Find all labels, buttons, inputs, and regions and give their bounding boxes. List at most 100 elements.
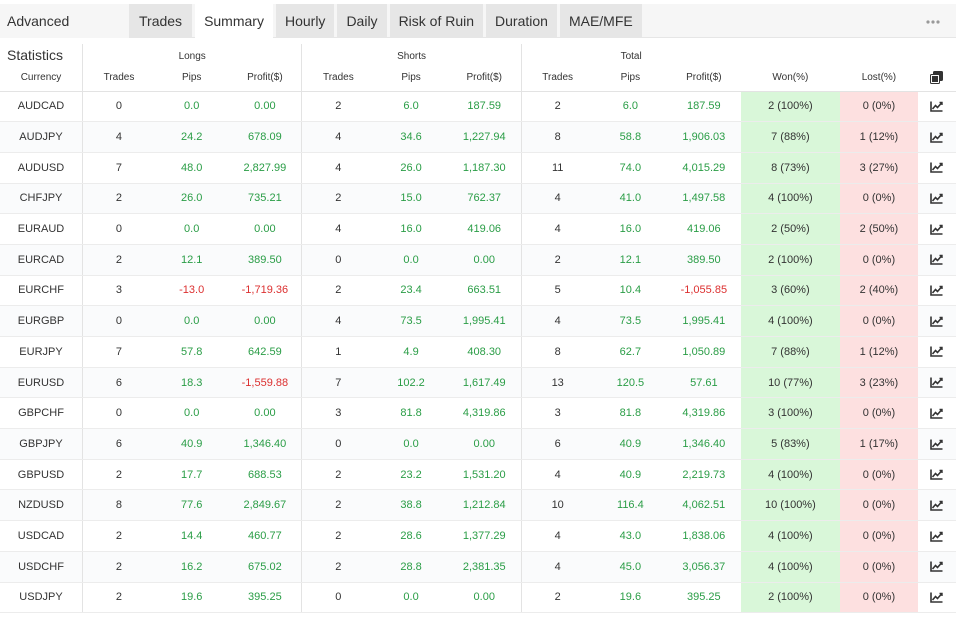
row-chart-button[interactable]	[917, 305, 956, 337]
cell-lost: 0 (0%)	[840, 489, 918, 522]
row-chart-button[interactable]	[917, 397, 956, 430]
cell-short-pips: 6.0	[374, 91, 448, 123]
table-row[interactable]: AUDUSD 7 48.0 2,827.99 4 26.0 1,187.30 11 74.0 4,…	[0, 152, 956, 184]
cell-short-trades: 3	[301, 397, 375, 430]
line-chart-icon[interactable]	[930, 469, 944, 480]
row-chart-button[interactable]	[917, 520, 956, 552]
row-chart-button[interactable]	[917, 275, 956, 307]
table-row[interactable]: EURGBP 0 0.0 0.00 4 73.5 1,995.41 4 73.5 1,995.41…	[0, 305, 956, 337]
col-lost[interactable]: Lost(%)	[840, 65, 918, 92]
cell-lost: 0 (0%)	[840, 244, 918, 276]
col-total-pips[interactable]: Pips	[593, 65, 668, 92]
col-short-trades[interactable]: Trades	[301, 65, 375, 92]
cell-short-profit: 0.00	[447, 244, 522, 276]
table-row[interactable]: AUDCAD 0 0.0 0.00 2 6.0 187.59 2 6.0 187.59 2 (100…	[0, 91, 956, 123]
tab-hourly[interactable]: Hourly	[275, 4, 335, 38]
table-row[interactable]: EURCHF 3 -13.0 -1,719.36 2 23.4 663.51 5 10.4 -1,…	[0, 275, 956, 307]
row-chart-button[interactable]	[917, 459, 956, 491]
row-chart-button[interactable]	[917, 367, 956, 399]
table-row[interactable]: GBPCHF 0 0.0 0.00 3 81.8 4,319.86 3 81.8 4,319.86…	[0, 397, 956, 430]
cell-won: 7 (88%)	[740, 121, 841, 153]
line-chart-icon[interactable]	[930, 162, 944, 174]
col-currency[interactable]: Currency	[0, 65, 83, 92]
line-chart-icon[interactable]	[930, 592, 944, 603]
row-chart-button[interactable]	[917, 551, 956, 583]
cell-lost: 0 (0%)	[840, 551, 918, 583]
row-chart-button[interactable]	[917, 152, 956, 184]
row-chart-button[interactable]	[917, 428, 956, 460]
line-chart-icon[interactable]	[930, 101, 944, 112]
table-row[interactable]: EURAUD 0 0.0 0.00 4 16.0 419.06 4 16.0 419.06 2 (5…	[0, 213, 956, 245]
cell-short-profit: 0.00	[447, 428, 522, 460]
line-chart-icon[interactable]	[930, 408, 944, 419]
cell-long-profit: 688.53	[228, 459, 303, 491]
cell-short-pips: 16.0	[374, 213, 448, 245]
line-chart-icon[interactable]	[930, 439, 944, 450]
line-chart-icon[interactable]	[930, 346, 944, 358]
row-chart-button[interactable]	[917, 213, 956, 245]
row-chart-button[interactable]	[917, 336, 956, 368]
line-chart-icon[interactable]	[930, 500, 944, 511]
cell-lost: 0 (0%)	[840, 582, 918, 614]
cell-lost: 0 (0%)	[840, 91, 918, 123]
cell-long-trades: 6	[82, 367, 155, 399]
cell-short-profit: 1,227.94	[447, 121, 522, 153]
tab-summary[interactable]: Summary	[195, 4, 273, 38]
cell-long-pips: 12.1	[154, 244, 229, 276]
cell-short-pips: 28.8	[374, 551, 448, 583]
cell-currency: GBPCHF	[0, 397, 83, 430]
line-chart-icon[interactable]	[930, 561, 944, 573]
more-dots-icon[interactable]	[926, 12, 940, 28]
table-row[interactable]: USDCAD 2 14.4 460.77 2 28.6 1,377.29 4 43.0 1,838…	[0, 520, 956, 552]
tab-daily[interactable]: Daily	[337, 4, 387, 38]
col-total-profit[interactable]: Profit($)	[667, 65, 741, 92]
col-won[interactable]: Won(%)	[740, 65, 841, 92]
cell-short-profit: 408.30	[447, 336, 522, 368]
line-chart-icon[interactable]	[930, 285, 944, 296]
cell-long-pips: 0.0	[154, 91, 229, 123]
table-row[interactable]: CHFJPY 2 26.0 735.21 2 15.0 762.37 4 41.0 1,497.5…	[0, 183, 956, 215]
cell-total-trades: 8	[521, 121, 594, 153]
row-chart-button[interactable]	[917, 121, 956, 153]
row-chart-button[interactable]	[917, 244, 956, 276]
table-row[interactable]: GBPUSD 2 17.7 688.53 2 23.2 1,531.20 4 40.9 2,219…	[0, 459, 956, 491]
cell-long-profit: 0.00	[228, 213, 303, 245]
copy-button[interactable]	[917, 65, 956, 92]
row-chart-button[interactable]	[917, 582, 956, 614]
table-row[interactable]: USDCHF 2 16.2 675.02 2 28.8 2,381.35 4 45.0 3,056…	[0, 551, 956, 583]
cell-long-pips: 17.7	[154, 459, 229, 491]
col-long-pips[interactable]: Pips	[154, 65, 229, 92]
line-chart-icon[interactable]	[930, 316, 944, 327]
cell-short-profit: 419.06	[447, 213, 522, 245]
table-row[interactable]: EURUSD 6 18.3 -1,559.88 7 102.2 1,617.49 13 120.…	[0, 367, 956, 399]
copy-icon[interactable]	[930, 71, 944, 85]
tab-mae-mfe[interactable]: MAE/MFE	[559, 4, 642, 38]
line-chart-icon[interactable]	[930, 193, 944, 204]
cell-currency: USDCAD	[0, 520, 83, 552]
cell-short-trades: 2	[301, 489, 375, 522]
table-row[interactable]: USDJPY 2 19.6 395.25 0 0.0 0.00 2 19.6 395.25 2 (1…	[0, 582, 956, 614]
tab-duration[interactable]: Duration	[486, 4, 557, 38]
col-long-trades[interactable]: Trades	[82, 65, 155, 92]
table-row[interactable]: EURJPY 7 57.8 642.59 1 4.9 408.30 8 62.7 1,050.89…	[0, 336, 956, 368]
line-chart-icon[interactable]	[930, 531, 944, 542]
row-chart-button[interactable]	[917, 91, 956, 123]
cell-long-trades: 0	[82, 213, 155, 245]
col-long-profit[interactable]: Profit($)	[228, 65, 303, 92]
line-chart-icon[interactable]	[930, 377, 944, 388]
tab-trades[interactable]: Trades	[129, 4, 193, 38]
table-row[interactable]: EURCAD 2 12.1 389.50 0 0.0 0.00 2 12.1 389.50 2 (1…	[0, 244, 956, 276]
col-short-profit[interactable]: Profit($)	[447, 65, 522, 92]
col-short-pips[interactable]: Pips	[374, 65, 448, 92]
table-row[interactable]: NZDUSD 8 77.6 2,849.67 2 38.8 1,212.84 10 116.4 4…	[0, 489, 956, 522]
col-total-trades[interactable]: Trades	[521, 65, 594, 92]
row-chart-button[interactable]	[917, 489, 956, 522]
row-chart-button[interactable]	[917, 183, 956, 215]
line-chart-icon[interactable]	[930, 224, 944, 235]
table-row[interactable]: AUDJPY 4 24.2 678.09 4 34.6 1,227.94 8 58.8 1,906…	[0, 121, 956, 153]
table-row[interactable]: GBPJPY 6 40.9 1,346.40 0 0.0 0.00 6 40.9 1,346.40…	[0, 428, 956, 460]
tab-risk-of-ruin[interactable]: Risk of Ruin	[389, 4, 484, 38]
line-chart-icon[interactable]	[930, 254, 944, 266]
line-chart-icon[interactable]	[930, 132, 944, 143]
cell-long-pips: 19.6	[154, 582, 229, 614]
